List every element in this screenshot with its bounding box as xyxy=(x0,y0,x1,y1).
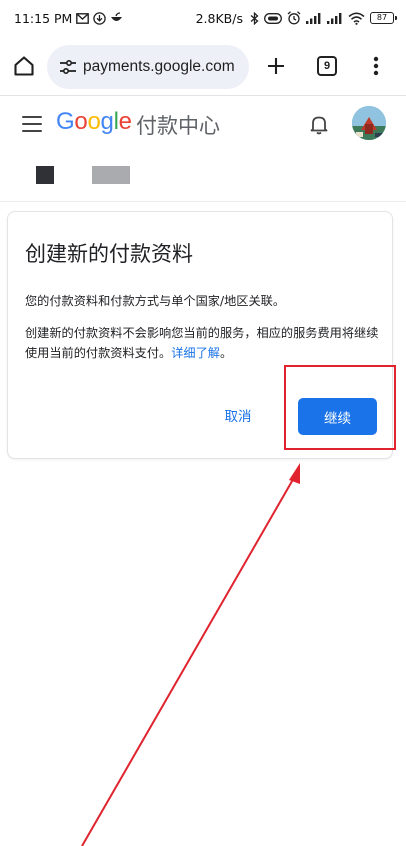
status-bar: 11:15 PM 2.8KB/s 87 xyxy=(0,0,406,36)
app-name: 付款中心 xyxy=(136,114,220,138)
status-left: 11:15 PM xyxy=(14,11,123,26)
plus-icon xyxy=(268,58,284,74)
toolbar-divider xyxy=(0,95,406,96)
wifi-icon xyxy=(348,12,365,25)
battery-icon: 87 xyxy=(370,12,397,24)
notifications-button[interactable] xyxy=(308,112,330,136)
net-speed: 2.8KB/s xyxy=(195,10,243,26)
more-vert-icon xyxy=(373,56,379,76)
new-tab-button[interactable] xyxy=(262,52,290,80)
site-settings-icon[interactable] xyxy=(57,56,79,78)
url-text: payments.google.com xyxy=(83,58,235,75)
browser-toolbar: payments.google.com 9 xyxy=(0,40,406,94)
bluetooth-icon xyxy=(250,11,259,25)
browser-menu-button[interactable] xyxy=(366,52,386,80)
signal-2-icon xyxy=(327,12,343,24)
url-bar[interactable]: payments.google.com xyxy=(47,45,249,89)
download-icon xyxy=(93,11,107,25)
learn-more-link[interactable]: 详细了解 xyxy=(171,346,220,360)
tabs-divider xyxy=(0,201,406,202)
google-logo[interactable]: Google xyxy=(56,108,132,136)
annotation-highlight-box xyxy=(284,365,396,450)
app-notification-icon xyxy=(110,12,123,24)
paragraph-2-suffix: 。 xyxy=(220,346,233,360)
card-title: 创建新的付款资料 xyxy=(25,242,193,266)
status-time: 11:15 PM xyxy=(14,10,73,26)
home-icon xyxy=(14,56,34,76)
alarm-icon xyxy=(287,11,301,25)
tab-placeholder[interactable] xyxy=(92,166,130,184)
card-paragraph-2: 创建新的付款资料不会影响您当前的服务，相应的服务费用将继续使用当前的付款资料支付… xyxy=(25,323,385,363)
bell-icon xyxy=(310,116,328,134)
app-header: Google 付款中心 xyxy=(0,100,406,148)
card-paragraph-1: 您的付款资料和付款方式与单个国家/地区关联。 xyxy=(25,294,286,308)
menu-icon[interactable] xyxy=(22,116,42,132)
status-right: 2.8KB/s 87 xyxy=(195,10,397,26)
tab-switcher-button[interactable]: 9 xyxy=(317,56,337,76)
cancel-button[interactable]: 取消 xyxy=(212,397,264,433)
volte-icon xyxy=(264,12,282,24)
mail-icon xyxy=(76,12,90,24)
signal-1-icon xyxy=(306,12,322,24)
tab-placeholder[interactable] xyxy=(36,166,54,184)
account-avatar[interactable] xyxy=(352,106,386,140)
home-button[interactable] xyxy=(10,52,38,80)
